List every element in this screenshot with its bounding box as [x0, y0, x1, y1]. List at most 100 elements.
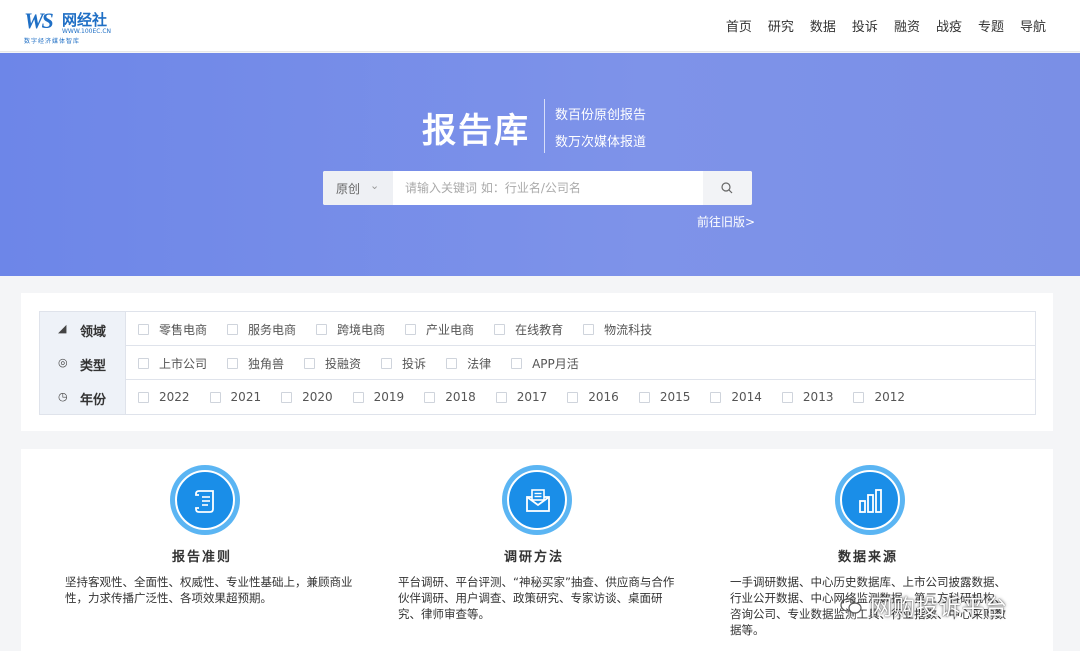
checkbox[interactable] — [583, 323, 595, 335]
nav-research[interactable]: 研究 — [768, 16, 794, 35]
checkbox[interactable] — [853, 391, 865, 403]
filter-label: 年份 — [80, 393, 107, 408]
filter-option[interactable]: 2017 — [495, 390, 547, 404]
site-logo[interactable]: WS 网经社 WWW.100EC.CN 数字经济媒体智库 — [24, 8, 114, 45]
banner-subtitle-2: 数万次媒体报道 — [555, 135, 647, 150]
checkbox[interactable] — [567, 391, 579, 403]
checkbox[interactable] — [424, 391, 436, 403]
top-header: WS 网经社 WWW.100EC.CN 数字经济媒体智库 首页 研究 数据 投诉… — [0, 0, 1080, 52]
filter-option[interactable]: 投诉 — [381, 355, 426, 372]
filter-option[interactable]: 独角兽 — [227, 355, 284, 372]
page-title: 报告库 — [422, 111, 530, 151]
filter-option[interactable]: 2021 — [209, 390, 261, 404]
search-type-select[interactable]: 原创 ⌄ — [323, 171, 393, 205]
nav-epidemic[interactable]: 战疫 — [936, 16, 962, 35]
card-icon-circle — [502, 465, 572, 535]
watermark-text: 网购投诉平台 — [870, 596, 1009, 621]
bar-chart-icon — [859, 489, 882, 513]
search-button[interactable] — [703, 171, 752, 205]
checkbox[interactable] — [781, 391, 793, 403]
filter-panel: ◢ 领域 零售电商 服务电商 跨境电商 产业电商 在线教育 物流科技 ◎ 类型 … — [21, 293, 1053, 431]
checkbox[interactable] — [494, 323, 506, 335]
card-icon-circle — [170, 465, 240, 535]
logo-name: 网经社 — [62, 11, 108, 29]
scroll-icon — [195, 490, 214, 513]
filter-options: 零售电商 服务电商 跨境电商 产业电商 在线教育 物流科技 — [138, 312, 672, 346]
card-desc: 坚持客观性、全面性、权威性、专业性基础上，兼顾商业性，力求传播广泛性、各项效果超… — [65, 575, 353, 605]
logo-mark: WS — [24, 8, 54, 33]
nav-topics[interactable]: 专题 — [978, 16, 1004, 35]
filter-row-year: ◷ 年份 2022 2021 2020 2019 2018 2017 2016 … — [40, 380, 1035, 414]
filter-option[interactable]: 产业电商 — [405, 321, 474, 338]
nav-home[interactable]: 首页 — [726, 16, 752, 35]
filter-option[interactable]: 2014 — [710, 390, 762, 404]
nav-financing[interactable]: 融资 — [894, 16, 920, 35]
banner-subtitle-1: 数百份原创报告 — [555, 108, 647, 123]
envelope-icon — [526, 489, 550, 512]
search-bar: 原创 ⌄ — [323, 171, 752, 205]
nav-data[interactable]: 数据 — [810, 16, 836, 35]
logo-slogan: 数字经济媒体智库 — [24, 38, 81, 45]
filter-option[interactable]: 2022 — [138, 390, 190, 404]
chevron-down-icon: ⌄ — [370, 179, 380, 192]
checkbox[interactable] — [446, 357, 458, 369]
checkbox[interactable] — [281, 391, 293, 403]
filter-option[interactable]: 投融资 — [304, 355, 361, 372]
filter-option[interactable]: 2015 — [638, 390, 690, 404]
checkbox[interactable] — [227, 323, 239, 335]
card-icon-circle — [835, 465, 905, 535]
filter-option[interactable]: 2018 — [424, 390, 476, 404]
card-desc: 平台调研、平台评测、“神秘买家”抽查、供应商与合作伙伴调研、用户调查、政策研究、… — [398, 575, 675, 621]
checkbox[interactable] — [138, 357, 149, 369]
checkbox[interactable] — [638, 391, 650, 403]
logo-url: WWW.100EC.CN — [62, 28, 112, 35]
filter-option[interactable]: 跨境电商 — [316, 321, 385, 338]
filter-option[interactable]: 法律 — [446, 355, 491, 372]
filter-option[interactable]: 上市公司 — [138, 355, 207, 372]
checkbox[interactable] — [209, 391, 221, 403]
checkbox[interactable] — [138, 323, 149, 335]
filter-head-type: ◎ 类型 — [40, 346, 126, 380]
hero-banner: 报告库 数百份原创报告 数万次媒体报道 原创 ⌄ 前往旧版> — [0, 53, 1080, 276]
checkbox[interactable] — [405, 323, 417, 335]
checkbox[interactable] — [495, 391, 507, 403]
filter-options: 2022 2021 2020 2019 2018 2017 2016 2015 … — [138, 380, 925, 414]
checkbox[interactable] — [304, 357, 316, 369]
main-nav: 首页 研究 数据 投诉 融资 战疫 专题 导航 — [726, 16, 1046, 35]
checkbox[interactable] — [227, 357, 239, 369]
filter-label: 类型 — [80, 359, 107, 374]
checkbox[interactable] — [316, 323, 328, 335]
filter-row-domain: ◢ 领域 零售电商 服务电商 跨境电商 产业电商 在线教育 物流科技 — [40, 312, 1035, 346]
card-title: 数据来源 — [838, 550, 899, 565]
checkbox[interactable] — [352, 391, 364, 403]
filter-head-year: ◷ 年份 — [40, 380, 126, 414]
search-icon — [721, 182, 733, 194]
filter-option[interactable]: 2019 — [352, 390, 404, 404]
clock-icon: ◷ — [58, 390, 68, 403]
watermark: 网购投诉平台 — [840, 591, 1008, 621]
checkbox[interactable] — [381, 357, 393, 369]
filter-option[interactable]: 服务电商 — [227, 321, 296, 338]
filter-head-domain: ◢ 领域 — [40, 312, 126, 346]
title-divider — [544, 99, 545, 153]
card-title: 调研方法 — [504, 550, 565, 565]
filter-option[interactable]: 零售电商 — [138, 321, 207, 338]
nav-complaint[interactable]: 投诉 — [852, 16, 878, 35]
filter-row-type: ◎ 类型 上市公司 独角兽 投融资 投诉 法律 APP月活 — [40, 346, 1035, 380]
domain-icon: ◢ — [58, 322, 67, 335]
filter-option[interactable]: 2016 — [567, 390, 619, 404]
card-title: 报告准则 — [172, 550, 233, 565]
filter-option[interactable]: 2013 — [781, 390, 833, 404]
filter-option[interactable]: APP月活 — [511, 355, 579, 372]
checkbox[interactable] — [511, 357, 523, 369]
filter-option[interactable]: 物流科技 — [583, 321, 652, 338]
checkbox[interactable] — [138, 391, 149, 403]
old-version-link[interactable]: 前往旧版> — [697, 213, 755, 230]
filter-option[interactable]: 2020 — [281, 390, 333, 404]
wechat-icon — [840, 598, 862, 614]
nav-directory[interactable]: 导航 — [1020, 16, 1046, 35]
filter-option[interactable]: 在线教育 — [494, 321, 563, 338]
checkbox[interactable] — [710, 391, 722, 403]
filter-option[interactable]: 2012 — [853, 390, 905, 404]
search-input[interactable] — [393, 171, 703, 205]
